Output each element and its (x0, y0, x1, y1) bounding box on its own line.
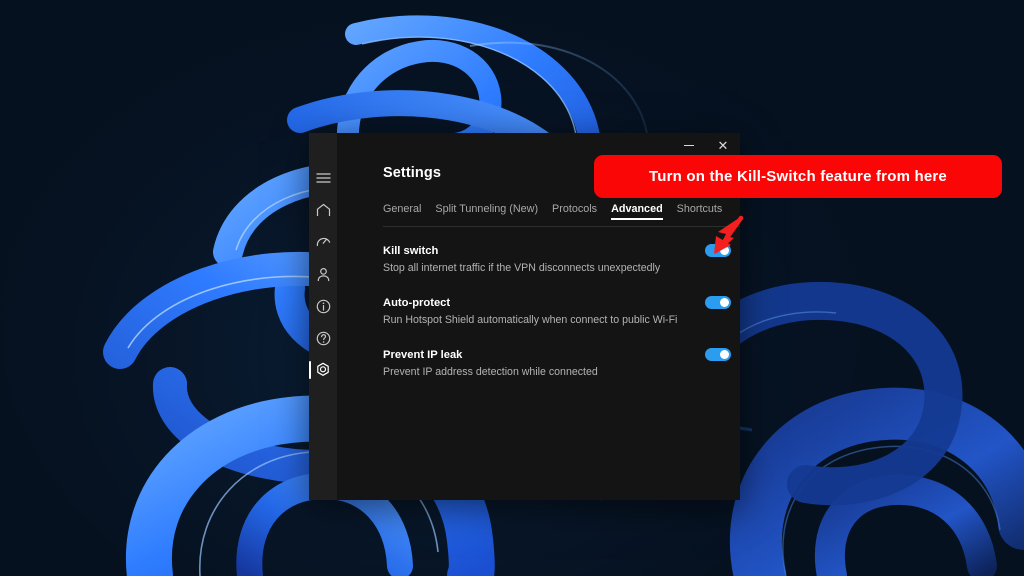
speedometer-icon (316, 235, 331, 249)
help-icon (316, 331, 331, 346)
sidebar-rail (309, 133, 337, 500)
tab-protocols[interactable]: Protocols (545, 203, 604, 220)
minimize-icon (684, 145, 694, 146)
setting-title-kill-switch: Kill switch (383, 245, 439, 257)
setting-row-prevent-ip-leak: Prevent IP leak Prevent IP address detec… (383, 348, 740, 378)
setting-title-prevent-ip-leak: Prevent IP leak (383, 349, 463, 361)
sidebar-item-about[interactable] (309, 290, 337, 322)
sidebar-item-speed[interactable] (309, 226, 337, 258)
toggle-knob (720, 298, 729, 307)
setting-description-kill-switch: Stop all internet traffic if the VPN dis… (383, 262, 661, 274)
tab-split-tunneling[interactable]: Split Tunneling (New) (428, 203, 545, 220)
page-title: Settings (383, 165, 441, 181)
sidebar-item-settings[interactable] (309, 354, 337, 386)
tab-advanced[interactable]: Advanced (604, 203, 670, 220)
info-icon (316, 299, 331, 314)
hamburger-menu-icon (315, 172, 331, 184)
setting-row-auto-protect: Auto-protect Run Hotspot Shield automati… (383, 296, 740, 326)
setting-title-auto-protect: Auto-protect (383, 297, 451, 309)
toggle-knob (720, 350, 729, 359)
toggle-auto-protect[interactable] (705, 296, 731, 309)
tab-general[interactable]: General (383, 203, 428, 220)
close-icon: ✕ (717, 138, 729, 153)
sidebar-item-account[interactable] (309, 258, 337, 290)
tab-bar-divider (383, 225, 740, 227)
instruction-callout-text: Turn on the Kill-Switch feature from her… (649, 168, 947, 185)
settings-options-list: Kill switch Stop all internet traffic if… (383, 244, 740, 401)
instruction-callout-banner: Turn on the Kill-Switch feature from her… (594, 155, 1002, 198)
callout-arrow-icon (714, 215, 744, 254)
sidebar-item-menu[interactable] (309, 162, 337, 194)
home-icon (316, 203, 331, 217)
setting-description-auto-protect: Run Hotspot Shield automatically when co… (383, 314, 678, 326)
settings-tab-bar: General Split Tunneling (New) Protocols … (383, 203, 740, 226)
person-icon (316, 267, 331, 282)
gear-icon (315, 362, 331, 378)
setting-description-prevent-ip-leak: Prevent IP address detection while conne… (383, 366, 598, 378)
toggle-prevent-ip-leak[interactable] (705, 348, 731, 361)
sidebar-item-help[interactable] (309, 322, 337, 354)
setting-row-kill-switch: Kill switch Stop all internet traffic if… (383, 244, 740, 274)
sidebar-item-home[interactable] (309, 194, 337, 226)
